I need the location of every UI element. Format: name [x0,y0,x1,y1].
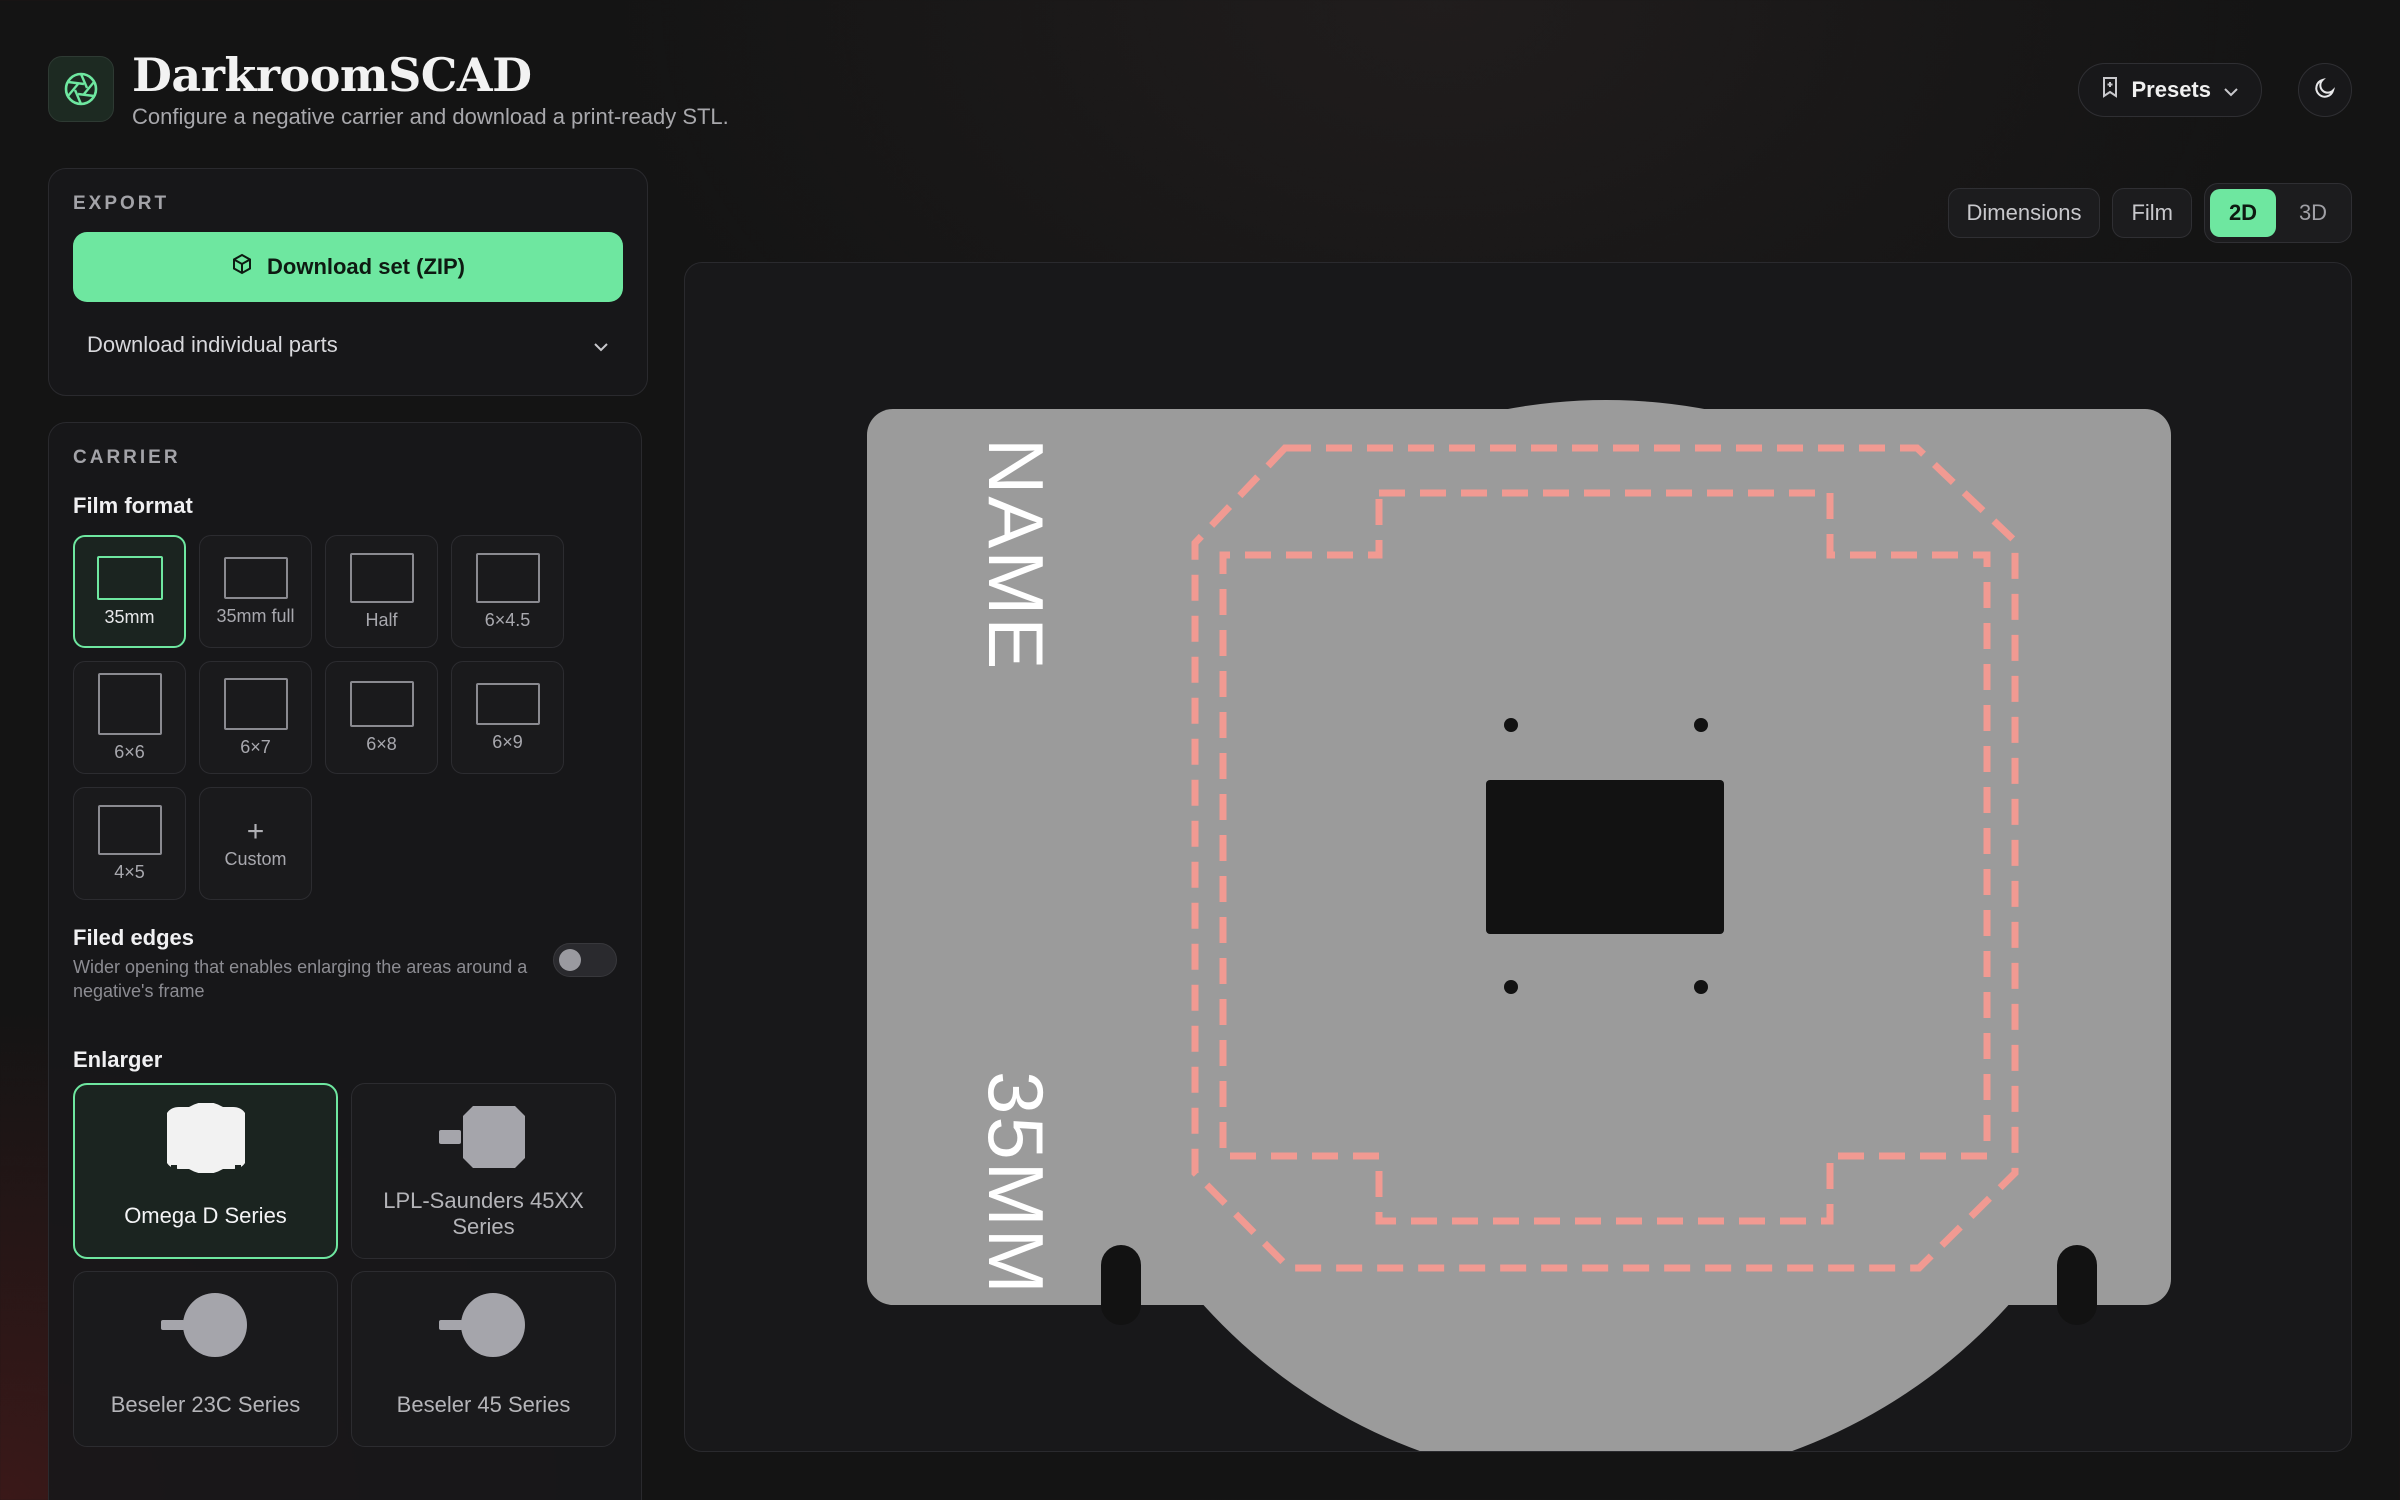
mode-2d-tab[interactable]: 2D [2210,189,2276,237]
alignment-hole [1694,718,1708,732]
format-frame-icon [349,552,414,603]
film-format-custom[interactable]: + Custom [199,787,312,900]
app-title: DarkroomSCAD [132,48,532,102]
app-subtitle: Configure a negative carrier and downloa… [132,104,729,129]
format-frame-icon [475,682,540,725]
film-format-6x7[interactable]: 6×7 [199,661,312,774]
film-format-6x6[interactable]: 6×6 [73,661,186,774]
film-format-6x8[interactable]: 6×8 [325,661,438,774]
format-frame-icon [97,672,162,735]
enlarger-heading: Enlarger [73,1047,163,1072]
chevron-down-icon [593,332,609,358]
format-frame-icon [223,556,288,599]
film-format-6x4-5[interactable]: 6×4.5 [451,535,564,648]
package-icon [231,253,253,281]
format-frame-icon [475,552,540,603]
enlarger-label: Omega D Series [124,1203,287,1228]
film-format-label: Half [365,609,398,630]
dimensions-toggle[interactable]: Dimensions [1947,188,2101,238]
alignment-hole [1504,980,1518,994]
film-format-label: 6×8 [366,733,397,754]
right-notch [2057,1245,2097,1325]
export-panel: EXPORT Download set (ZIP) Download indiv… [48,168,648,396]
carrier-preview: NAME 35MM [867,400,2171,1451]
download-individual-dropdown[interactable]: Download individual parts [73,317,623,373]
toggle-knob [559,949,581,971]
enlarger-label: Beseler 45 Series [396,1392,571,1417]
omega-carrier-icon [75,1103,336,1173]
filed-edges-description: Wider opening that enables enlarging the… [73,957,528,1001]
mode-3d-tab[interactable]: 3D [2280,189,2346,237]
film-aperture [1486,780,1724,934]
theme-toggle-button[interactable] [2298,63,2352,117]
enlarger-beseler-23c[interactable]: Beseler 23C Series [73,1271,338,1447]
film-format-label: 35mm full [216,605,295,626]
film-format-35mm-full[interactable]: 35mm full [199,535,312,648]
film-format-label: 35mm [104,606,155,627]
presets-button[interactable]: Presets [2078,63,2262,117]
download-zip-button[interactable]: Download set (ZIP) [73,232,623,302]
moon-icon [2313,76,2337,105]
aperture-icon [48,56,114,122]
alignment-hole [1694,980,1708,994]
format-frame-icon [96,555,163,600]
film-format-label: 4×5 [114,861,145,882]
alignment-hole [1504,718,1518,732]
bookmark-icon [2101,76,2119,104]
film-format-label: Custom [224,848,287,869]
enlarger-label: LPL-Saunders 45XX Series [383,1188,584,1239]
plus-icon: + [246,814,265,848]
film-format-6x9[interactable]: 6×9 [451,661,564,774]
export-section-label: EXPORT [73,193,170,214]
app-header: DarkroomSCAD Configure a negative carrie… [48,48,2352,138]
film-toggle[interactable]: Film [2112,188,2192,238]
view-toolbar: Dimensions Film 2D 3D [1947,183,2352,243]
download-individual-label: Download individual parts [87,332,338,357]
film-format-heading: Film format [73,493,193,518]
film-format-label: 6×7 [240,736,271,757]
enlarger-lpl-saunders-45xx[interactable]: LPL-Saunders 45XX Series [351,1083,616,1259]
film-format-4x5[interactable]: 4×5 [73,787,186,900]
format-frame-icon [97,804,162,855]
chevron-down-icon [2223,77,2239,103]
film-format-label: 6×4.5 [484,609,531,630]
preview-viewport[interactable]: NAME 35MM [684,262,2352,1452]
presets-label: Presets [2131,77,2211,102]
left-notch [1101,1245,1141,1325]
carrier-section-label: CARRIER [73,447,181,468]
view-mode-switch: 2D 3D [2204,183,2352,243]
format-frame-icon [223,677,288,730]
carrier-name-text: NAME [972,438,1060,671]
format-frame-icon [349,680,414,727]
enlarger-beseler-45[interactable]: Beseler 45 Series [351,1271,616,1447]
beseler-carrier-icon [352,1290,615,1360]
filed-edges-toggle[interactable] [553,943,617,977]
film-format-35mm[interactable]: 35mm [73,535,186,648]
beseler-carrier-icon [74,1290,337,1360]
film-format-label: 6×9 [492,731,523,752]
enlarger-omega-d[interactable]: Omega D Series [73,1083,338,1259]
film-format-label: 6×6 [114,741,145,762]
carrier-panel: CARRIER Film format 35mm 35mm full Half … [48,422,642,1500]
enlarger-label: Beseler 23C Series [110,1392,301,1417]
lpl-carrier-icon [352,1102,615,1172]
filed-edges-label: Filed edges [73,925,195,950]
download-zip-label: Download set (ZIP) [267,254,465,279]
film-format-half[interactable]: Half [325,535,438,648]
carrier-format-text: 35MM [972,1071,1060,1296]
